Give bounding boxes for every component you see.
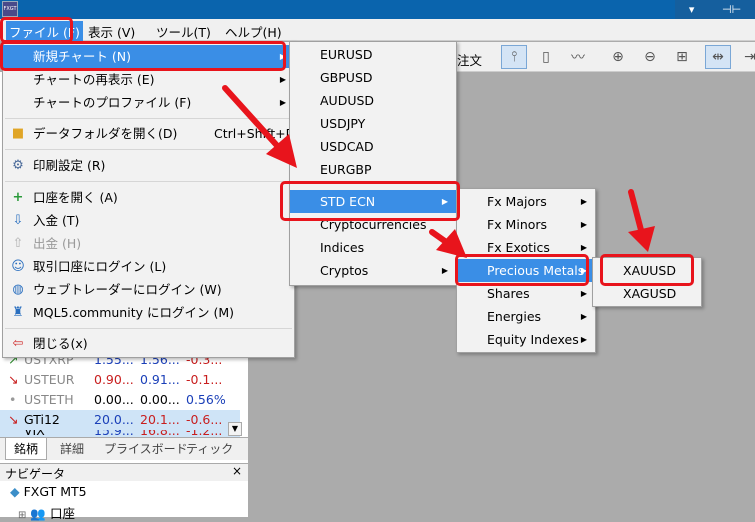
arrow-line [628,189,644,233]
arrow-line [222,85,284,153]
arrowhead-icon [628,226,655,252]
annotation-arrows [222,85,655,258]
arrowhead-icon [436,229,467,258]
